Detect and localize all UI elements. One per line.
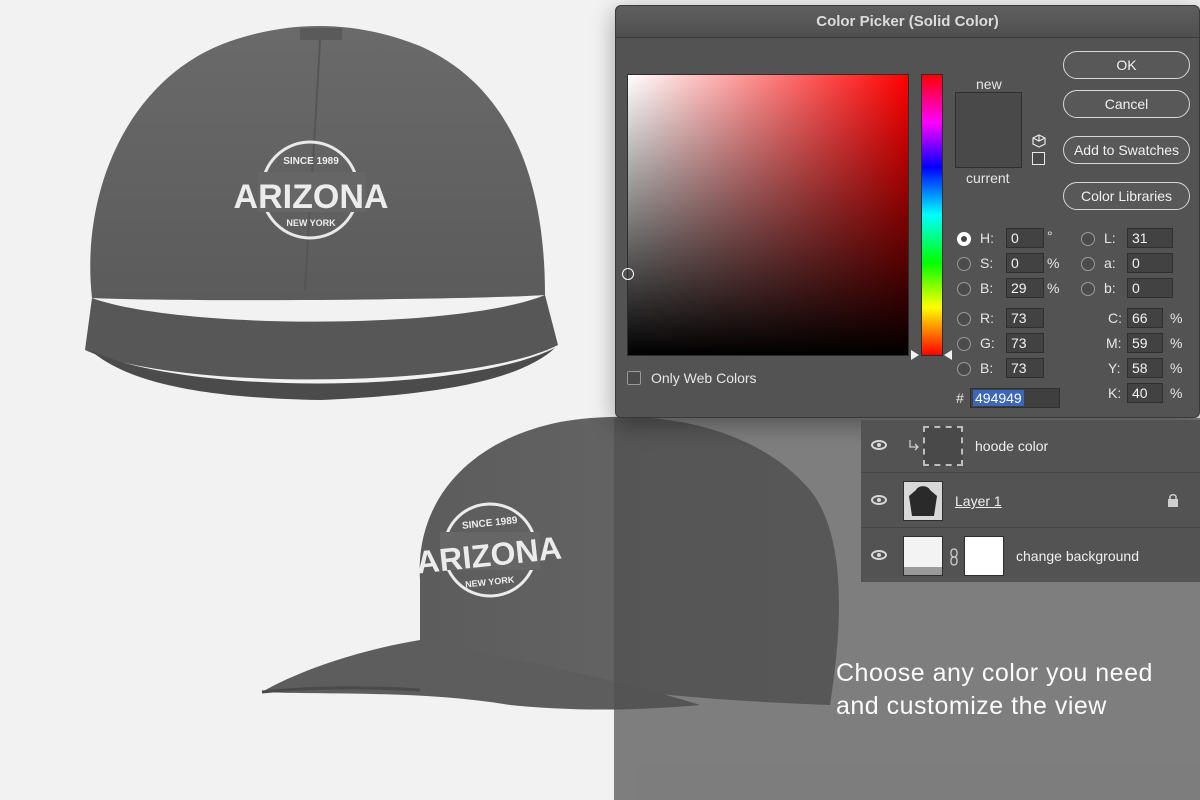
hoodie-thumbnail [903, 481, 943, 521]
visibility-eye-icon[interactable] [871, 495, 887, 505]
only-web-colors-checkbox[interactable] [627, 371, 641, 385]
link-chain-icon[interactable] [949, 548, 959, 566]
saturation-radio[interactable] [957, 257, 971, 271]
front-cap-logo-bottom: NEW YORK [286, 218, 336, 228]
brightness-unit: % [1047, 280, 1060, 296]
yellow-label: Y: [1108, 360, 1121, 376]
color-picker-dialog: Color Picker (Solid Color) new current O… [615, 5, 1200, 418]
hue-slider-left-arrow-icon[interactable] [911, 350, 919, 360]
gamut-cube-icon[interactable] [1032, 134, 1046, 148]
hue-radio[interactable] [957, 232, 971, 246]
promo-caption: Choose any color you need and customize … [836, 657, 1196, 723]
color-preview-swatch [955, 92, 1022, 168]
lab-a-label: a: [1104, 255, 1116, 271]
saturation-unit: % [1047, 255, 1060, 271]
blue-radio[interactable] [957, 362, 971, 376]
lock-icon[interactable] [1167, 493, 1179, 507]
red-input[interactable]: 73 [1006, 308, 1044, 328]
visibility-eye-icon[interactable] [871, 440, 887, 450]
saturation-brightness-field[interactable] [622, 74, 909, 356]
lab-l-input[interactable]: 31 [1127, 228, 1173, 248]
cyan-unit: % [1170, 310, 1183, 326]
saturation-label: S: [980, 255, 994, 271]
hue-slider[interactable] [921, 74, 943, 356]
front-cap-logo-main: ARIZONA [234, 178, 389, 216]
lab-a-radio[interactable] [1081, 257, 1095, 271]
lab-b-input[interactable]: 0 [1127, 278, 1173, 298]
promo-line-2: and customize the view [836, 692, 1107, 720]
lab-b-radio[interactable] [1081, 282, 1095, 296]
hex-input[interactable]: 494949 [970, 388, 1060, 408]
yellow-input[interactable]: 58 [1127, 358, 1163, 378]
clipping-arrow-icon [909, 440, 919, 451]
magenta-input[interactable]: 59 [1127, 333, 1163, 353]
saturation-input[interactable]: 0 [1006, 253, 1044, 273]
front-cap-logo-top: SINCE 1989 [283, 156, 339, 167]
layer-row-hoode-color[interactable]: hoode color [861, 420, 1200, 473]
hue-unit: ° [1047, 228, 1053, 244]
ok-button[interactable]: OK [1063, 51, 1190, 79]
color-libraries-button[interactable]: Color Libraries [1063, 182, 1190, 210]
brightness-label: B: [980, 280, 994, 296]
hue-label: H: [980, 230, 994, 246]
magenta-label: M: [1106, 335, 1122, 351]
lab-a-input[interactable]: 0 [1127, 253, 1173, 273]
hue-slider-right-arrow-icon[interactable] [944, 350, 952, 360]
green-input[interactable]: 73 [1006, 333, 1044, 353]
brightness-input[interactable]: 29 [1006, 278, 1044, 298]
blue-label: B: [980, 360, 994, 376]
lab-l-label: L: [1104, 230, 1116, 246]
black-input[interactable]: 40 [1127, 383, 1163, 403]
add-to-swatches-button[interactable]: Add to Swatches [1063, 136, 1190, 164]
only-web-colors-label: Only Web Colors [651, 370, 757, 386]
lab-b-label: b: [1104, 280, 1116, 296]
black-label: K: [1108, 385, 1122, 401]
cyan-input[interactable]: 66 [1127, 308, 1163, 328]
green-label: G: [980, 335, 995, 351]
new-label: new [976, 76, 1002, 92]
black-unit: % [1170, 385, 1183, 401]
visibility-eye-icon[interactable] [871, 550, 887, 560]
web-safe-swatch-icon[interactable] [1032, 152, 1045, 165]
lab-l-radio[interactable] [1081, 232, 1095, 246]
layer-row-change-background[interactable]: change background [861, 530, 1200, 583]
layer-name-hoode-color[interactable]: hoode color [975, 438, 1048, 454]
green-radio[interactable] [957, 337, 971, 351]
adjustment-layer-thumbnail [923, 426, 963, 466]
layer-mask-thumbnail [964, 536, 1004, 576]
brightness-radio[interactable] [957, 282, 971, 296]
hex-prefix: # [956, 390, 964, 406]
hex-value: 494949 [973, 390, 1024, 406]
dialog-title: Color Picker (Solid Color) [616, 6, 1199, 38]
layers-panel: hoode color Layer 1 change background [861, 420, 1200, 582]
red-radio[interactable] [957, 312, 971, 326]
red-label: R: [980, 310, 994, 326]
current-label: current [966, 170, 1010, 186]
magenta-unit: % [1170, 335, 1183, 351]
color-field-marker[interactable] [622, 268, 634, 280]
promo-line-1: Choose any color you need [836, 659, 1153, 687]
layer-name-layer-1[interactable]: Layer 1 [955, 493, 1002, 509]
blue-input[interactable]: 73 [1006, 358, 1044, 378]
fill-layer-thumbnail [903, 536, 943, 576]
layer-row-layer-1[interactable]: Layer 1 [861, 475, 1200, 528]
cyan-label: C: [1108, 310, 1122, 326]
cancel-button[interactable]: Cancel [1063, 90, 1190, 118]
hue-input[interactable]: 0 [1006, 228, 1044, 248]
layer-name-change-background[interactable]: change background [1016, 548, 1139, 564]
yellow-unit: % [1170, 360, 1183, 376]
